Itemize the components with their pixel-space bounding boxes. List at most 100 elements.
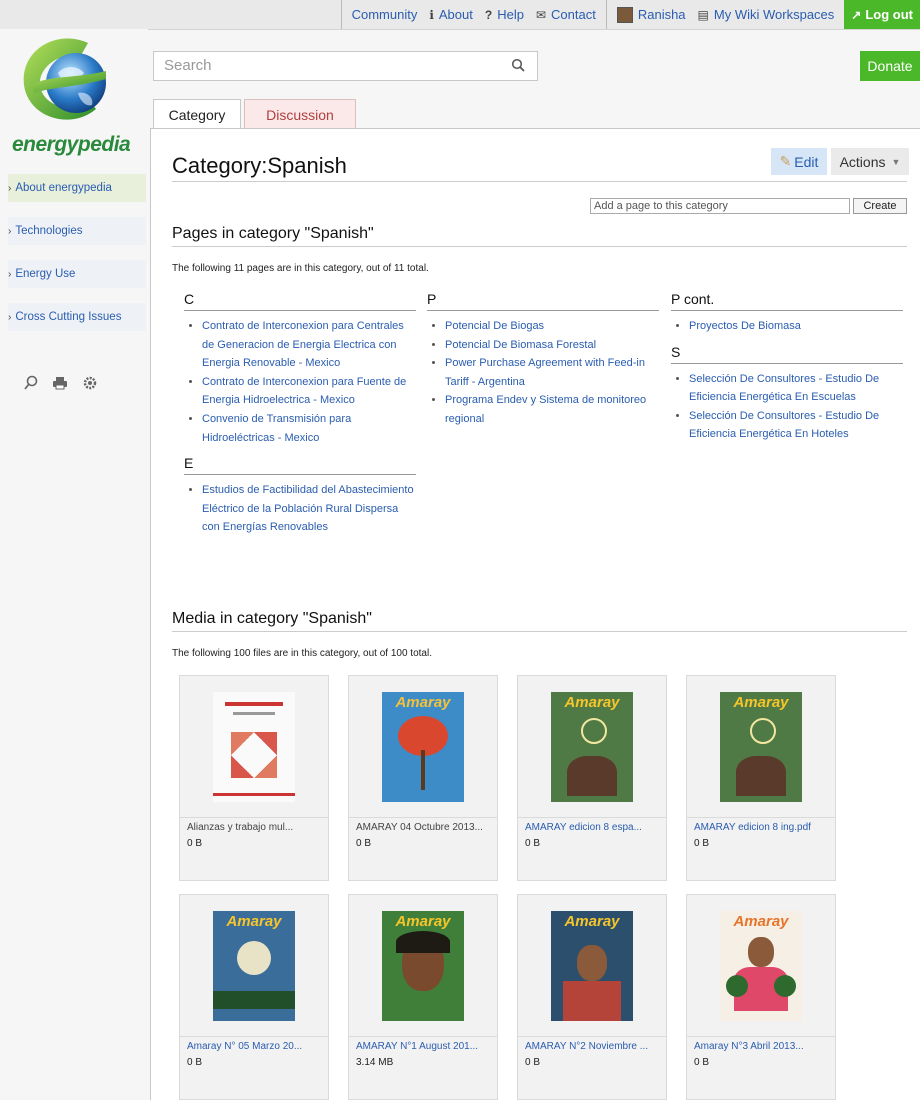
search-input[interactable]: Search — [153, 51, 538, 81]
cover-image: Amaray — [382, 691, 464, 802]
chevron-right-icon: › — [8, 225, 12, 237]
file-caption[interactable]: AMARAY N°1 August 201... — [356, 1039, 490, 1055]
sidebar-item-technologies[interactable]: › Technologies — [8, 217, 146, 245]
create-button[interactable]: Create — [853, 198, 907, 214]
search-placeholder: Search — [164, 57, 212, 74]
add-page-input[interactable]: Add a page to this category — [590, 198, 850, 214]
page-link[interactable]: Selección De Consultores - Estudio De Ef… — [689, 410, 879, 441]
file-info: AMARAY edicion 8 ing.pdf 0 B — [686, 818, 836, 881]
page-link[interactable]: Power Purchase Agreement with Feed-in Ta… — [445, 357, 645, 388]
file-caption[interactable]: AMARAY 04 Octubre 2013... — [356, 820, 490, 836]
file-size: 0 B — [356, 838, 372, 849]
divider — [172, 181, 907, 182]
logout-icon: ↗ — [851, 7, 862, 22]
brand-wordmark[interactable]: energypedia — [12, 133, 131, 157]
cover-image: Amaray — [551, 910, 633, 1021]
media-heading: Media in category "Spanish" — [172, 610, 372, 627]
chevron-right-icon: › — [8, 311, 12, 323]
page-title: Category:Spanish — [172, 153, 347, 178]
personal-links: Community ℹ About ? Help ✉ Contact Ranisha … — [337, 0, 920, 29]
file-thumbnail[interactable] — [179, 675, 329, 818]
edit-label: Edit — [794, 153, 819, 170]
file-caption[interactable]: Alianzas y trabajo mul... — [187, 820, 321, 836]
page-link[interactable]: Proyectos De Biomasa — [689, 320, 801, 332]
file-caption[interactable]: AMARAY edicion 8 ing.pdf — [694, 820, 828, 836]
page-link[interactable]: Programa Endev y Sistema de monitoreo re… — [445, 394, 646, 425]
cover-image: Amaray — [213, 910, 295, 1021]
file-thumbnail[interactable]: Amaray — [348, 675, 498, 818]
about-link[interactable]: ℹ About — [423, 7, 479, 22]
page-link[interactable]: Convenio de Transmisión para Hidroeléctr… — [202, 413, 351, 444]
chevron-right-icon: › — [8, 182, 12, 194]
print-icon[interactable] — [52, 375, 68, 391]
sidebar-item-energy-use[interactable]: › Energy Use — [8, 260, 146, 288]
tab-discussion[interactable]: Discussion — [244, 99, 356, 129]
logout-label: Log out — [865, 7, 913, 22]
user-link[interactable]: Ranisha — [611, 6, 692, 23]
donate-button[interactable]: Donate — [860, 51, 920, 81]
page-link[interactable]: Potencial De Biogas — [445, 320, 544, 332]
gallery-item[interactable]: Amaray AMARAY edicion 8 espa... 0 B — [517, 675, 667, 881]
contact-link[interactable]: ✉ Contact — [530, 7, 602, 22]
gallery-item[interactable]: Alianzas y trabajo mul... 0 B — [179, 675, 329, 881]
cover-masthead: Amaray — [226, 912, 282, 930]
gallery-item[interactable]: Amaray Amaray N° 05 Marzo 20... 0 B — [179, 894, 329, 1100]
page-list: Selección De Consultores - Estudio De Ef… — [671, 370, 903, 444]
edit-button[interactable]: ✎ Edit — [771, 148, 827, 175]
file-caption[interactable]: Amaray N° 05 Marzo 20... — [187, 1039, 321, 1055]
letter-heading: E — [184, 455, 416, 476]
file-caption[interactable]: AMARAY edicion 8 espa... — [525, 820, 659, 836]
file-info: AMARAY N°2 Noviembre ... 0 B — [517, 1037, 667, 1100]
page-link[interactable]: Selección De Consultores - Estudio De Ef… — [689, 373, 879, 404]
pages-count: The following 11 pages are in this categ… — [172, 263, 429, 274]
actions-menu[interactable]: Actions ▼ — [831, 148, 909, 175]
file-thumbnail[interactable]: Amaray — [517, 894, 667, 1037]
sidebar-tools — [24, 375, 98, 391]
page-link[interactable]: Contrato de Interconexion para Centrales… — [202, 320, 404, 369]
file-caption[interactable]: Amaray N°3 Abril 2013... — [694, 1039, 828, 1055]
workspaces-link[interactable]: ▤ My Wiki Workspaces — [692, 7, 841, 22]
gallery-item[interactable]: Amaray Amaray N°3 Abril 2013... 0 B — [686, 894, 836, 1100]
page-list: Potencial De Biogas Potencial De Biomasa … — [427, 317, 659, 429]
page-link[interactable]: Estudios de Factibilidad del Abastecimie… — [202, 484, 414, 533]
search-icon[interactable] — [24, 375, 38, 391]
list-item: Programa Endev y Sistema de monitoreo re… — [445, 391, 659, 428]
sidebar-item-about[interactable]: › About energypedia — [8, 174, 146, 202]
file-size: 0 B — [694, 1057, 710, 1068]
gallery-item[interactable]: Amaray AMARAY edicion 8 ing.pdf 0 B — [686, 675, 836, 881]
workspaces-label: My Wiki Workspaces — [713, 7, 835, 22]
gallery-item[interactable]: Amaray AMARAY 04 Octubre 2013... 0 B — [348, 675, 498, 881]
list-item: Potencial De Biogas — [445, 317, 659, 336]
page-link[interactable]: Potencial De Biomasa Forestal — [445, 339, 596, 351]
gallery-item[interactable]: Amaray AMARAY N°1 August 201... 3.14 MB — [348, 894, 498, 1100]
file-size: 0 B — [187, 1057, 203, 1068]
file-thumbnail[interactable]: Amaray — [517, 675, 667, 818]
gear-icon[interactable] — [82, 375, 98, 391]
page-link[interactable]: Contrato de Interconexion para Fuente de… — [202, 376, 406, 407]
sidebar-item-cross-cutting[interactable]: › Cross Cutting Issues — [8, 303, 146, 331]
logout-button[interactable]: ↗ Log out — [844, 0, 920, 29]
file-thumbnail[interactable]: Amaray — [686, 675, 836, 818]
file-info: Alianzas y trabajo mul... 0 B — [179, 818, 329, 881]
tab-category[interactable]: Category — [153, 99, 241, 129]
workspace-icon: ▤ — [697, 7, 709, 22]
sidebar-item-label: About energypedia — [15, 182, 112, 194]
file-thumbnail[interactable]: Amaray — [348, 894, 498, 1037]
cover-image: Amaray — [720, 691, 802, 802]
page-list: Contrato de Interconexion para Centrales… — [184, 317, 416, 447]
help-link[interactable]: ? Help — [479, 7, 530, 22]
energypedia-logo[interactable] — [18, 35, 114, 127]
file-caption[interactable]: AMARAY N°2 Noviembre ... — [525, 1039, 659, 1055]
file-thumbnail[interactable]: Amaray — [686, 894, 836, 1037]
divider — [172, 631, 907, 632]
cover-masthead: Amaray — [733, 693, 789, 711]
file-thumbnail[interactable]: Amaray — [179, 894, 329, 1037]
help-label: Help — [497, 7, 524, 22]
question-icon: ? — [484, 7, 493, 22]
file-size: 0 B — [525, 838, 541, 849]
letter-heading: C — [184, 291, 416, 311]
gallery-item[interactable]: Amaray AMARAY N°2 Noviembre ... 0 B — [517, 894, 667, 1100]
community-link[interactable]: Community — [346, 7, 424, 22]
search-icon[interactable] — [511, 52, 525, 80]
list-item: Convenio de Transmisión para Hidroeléctr… — [202, 410, 416, 447]
